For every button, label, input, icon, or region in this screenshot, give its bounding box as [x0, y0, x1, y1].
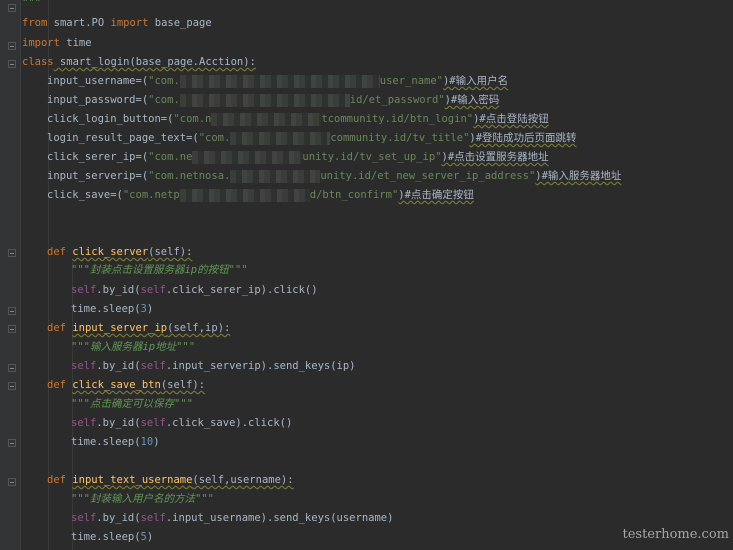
code-line: class smart_login(base_page.Acction): [22, 56, 256, 68]
code-editor[interactable]: """ from smart.PO import base_page impor… [22, 0, 733, 550]
fold-marker-icon[interactable] [8, 382, 16, 390]
code-line: self.by_id(self.click_save).click() [71, 417, 293, 429]
code-line: input_password=("com. id/et_password")#输入… [47, 93, 500, 107]
fold-marker-icon[interactable] [8, 42, 16, 50]
code-line: click_serer_ip=("com.ne unity.id/tv_set_u… [47, 150, 549, 164]
code-line: time.sleep(5) [71, 531, 154, 543]
code-line: """封装输入用户名的方法""" [71, 493, 214, 505]
code-line: def click_save_btn(self): [47, 379, 206, 391]
code-line: time.sleep(10) [71, 436, 160, 448]
fold-marker-icon[interactable] [8, 249, 16, 257]
code-line: click_login_button=("com.n tcommunity.id/… [47, 112, 549, 126]
code-line: import time [22, 37, 92, 49]
code-line: input_serverip=("com.netnosa. unity.id/et… [47, 169, 622, 183]
code-line: input_username=("com. user_name")#输入用户名 [47, 74, 509, 88]
fold-marker-icon[interactable] [8, 478, 16, 486]
editor-gutter [0, 0, 21, 550]
code-line: self.by_id(self.input_username).send_key… [71, 512, 394, 524]
code-line: self.by_id(self.click_serer_ip).click() [71, 284, 318, 296]
fold-marker-icon[interactable] [8, 439, 16, 447]
code-line: def click_server(self): [47, 246, 193, 258]
code-line: time.sleep(3) [71, 303, 154, 315]
fold-marker-icon[interactable] [8, 60, 16, 68]
watermark: testerhome.com [622, 527, 729, 542]
code-line: from smart.PO import base_page [22, 17, 212, 29]
fold-marker-icon[interactable] [8, 364, 16, 372]
code-line: """点击确定可以保存""" [71, 398, 193, 410]
code-line: login_result_page_text=("com. community.i… [47, 131, 577, 145]
code-line: """ [22, 0, 41, 9]
code-line: click_save=("com.netp d/btn_confirm")#点击确… [47, 188, 474, 202]
code-line: """输入服务器ip地址""" [71, 341, 196, 353]
code-line: def input_server_ip(self,ip): [47, 322, 231, 334]
fold-marker-icon[interactable] [8, 4, 16, 12]
code-line: """封装点击设置服务器ip的按钮""" [71, 264, 248, 276]
code-line: self.by_id(self.input_serverip).send_key… [71, 360, 356, 372]
code-line: def input_text_username(self,username): [47, 474, 294, 486]
fold-marker-icon[interactable] [8, 307, 16, 315]
fold-marker-icon[interactable] [8, 325, 16, 333]
